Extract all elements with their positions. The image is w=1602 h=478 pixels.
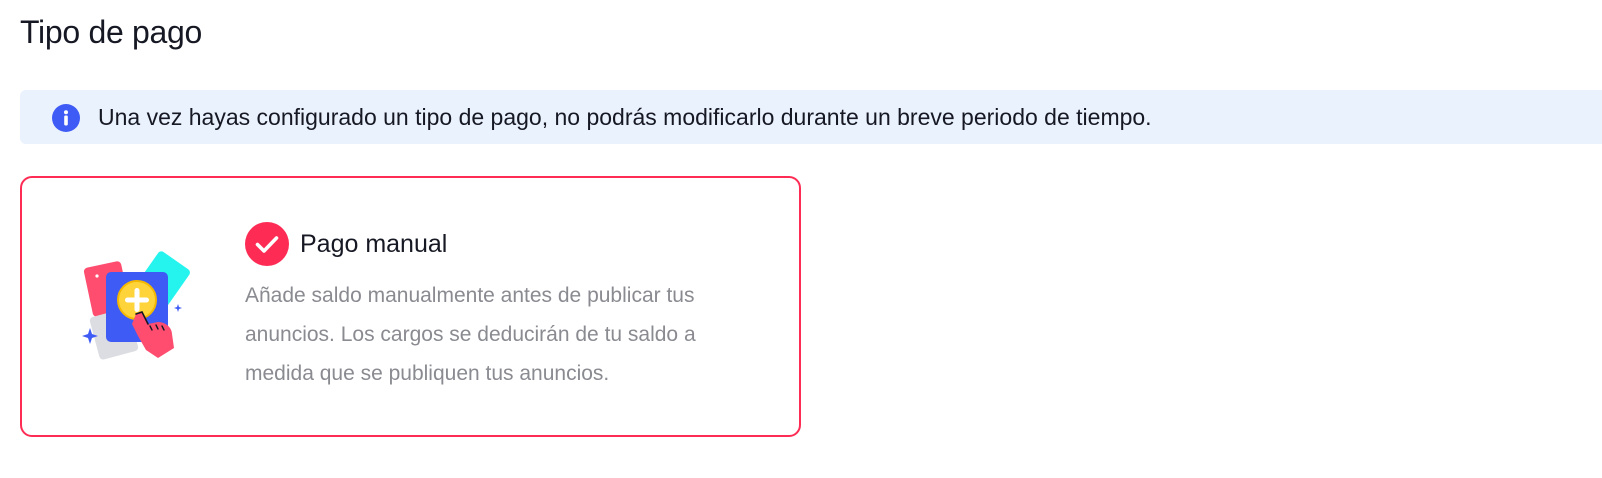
payment-option-manual-card[interactable]: Pago manual Añade saldo manualmente ante… (20, 176, 801, 437)
info-banner: Una vez hayas configurado un tipo de pag… (20, 90, 1602, 144)
info-banner-text: Una vez hayas configurado un tipo de pag… (98, 104, 1152, 130)
page-title: Tipo de pago (20, 14, 203, 50)
payment-option-title: Pago manual (300, 230, 448, 258)
payment-option-description: Añade saldo manualmente antes de publica… (245, 284, 696, 385)
